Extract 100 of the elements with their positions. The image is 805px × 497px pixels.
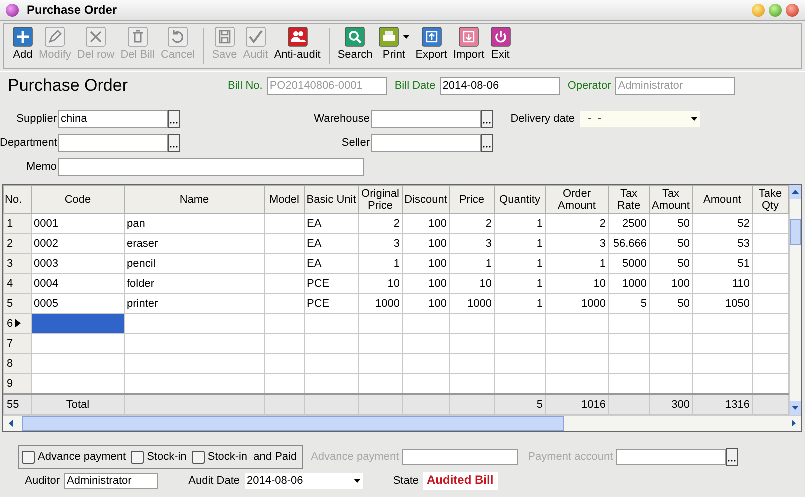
table-cell bbox=[692, 334, 752, 354]
field-label: State bbox=[392, 475, 420, 487]
input-field[interactable]: Administrator bbox=[64, 473, 158, 489]
column-header[interactable]: Take Qty bbox=[752, 186, 788, 214]
table-cell bbox=[264, 274, 304, 294]
input-field[interactable] bbox=[402, 449, 518, 465]
table-cell: 100 bbox=[402, 234, 450, 254]
row-header[interactable]: 6 bbox=[4, 314, 32, 334]
down-arrow-icon bbox=[792, 406, 799, 410]
table-cell: Total bbox=[32, 394, 124, 414]
table-cell: 2 bbox=[546, 214, 608, 234]
row-header[interactable]: 4 bbox=[4, 274, 32, 294]
table-cell: 1000 bbox=[608, 274, 650, 294]
input-field[interactable]: china bbox=[58, 110, 168, 128]
checkbox[interactable] bbox=[22, 450, 35, 464]
table-cell: PCE bbox=[304, 294, 358, 314]
table-cell: pan bbox=[124, 214, 264, 234]
table-cell bbox=[752, 394, 788, 414]
checkbox[interactable] bbox=[131, 450, 144, 464]
checkbox[interactable] bbox=[192, 450, 205, 464]
column-header[interactable]: Tax Amount bbox=[650, 186, 692, 214]
table-cell bbox=[264, 234, 304, 254]
input-field[interactable] bbox=[371, 134, 481, 152]
table-cell: 110 bbox=[692, 274, 752, 294]
input-field[interactable] bbox=[58, 134, 168, 152]
column-header[interactable]: Model bbox=[264, 186, 304, 214]
row-pointer-icon bbox=[15, 319, 22, 328]
maximize-button[interactable] bbox=[769, 4, 782, 16]
row-header[interactable]: 1 bbox=[4, 214, 32, 234]
input-field[interactable]: 2014-08-06 bbox=[440, 77, 560, 95]
row-header[interactable]: 2 bbox=[4, 234, 32, 254]
row-header[interactable]: 3 bbox=[4, 254, 32, 274]
scroll-thumb[interactable] bbox=[790, 219, 801, 245]
vertical-scrollbar[interactable] bbox=[789, 185, 801, 415]
browse-button[interactable] bbox=[726, 448, 738, 466]
row-header[interactable]: 9 bbox=[4, 374, 32, 394]
table-cell bbox=[264, 314, 304, 334]
input-field[interactable] bbox=[616, 449, 726, 465]
row-header[interactable]: 5 bbox=[4, 294, 32, 314]
column-header[interactable]: Code bbox=[32, 186, 124, 214]
field-label: Department bbox=[0, 137, 58, 149]
table-cell bbox=[402, 394, 450, 414]
browse-button[interactable] bbox=[481, 110, 493, 128]
field-label: Supplier bbox=[16, 113, 58, 125]
row-header[interactable]: 8 bbox=[4, 354, 32, 374]
column-header[interactable]: Basic Unit bbox=[304, 186, 358, 214]
column-header[interactable]: Original Price bbox=[358, 186, 402, 214]
table-cell: 10 bbox=[358, 274, 402, 294]
column-header[interactable]: Name bbox=[124, 186, 264, 214]
date-dropdown[interactable]: 2014-08-06 bbox=[245, 473, 363, 489]
browse-button[interactable] bbox=[168, 110, 180, 128]
checkbox-label: Stock-in bbox=[147, 451, 187, 463]
column-header[interactable]: No. bbox=[4, 186, 32, 214]
column-header[interactable]: Discount bbox=[402, 186, 450, 214]
column-header[interactable]: Price bbox=[450, 186, 494, 214]
date-dropdown[interactable]: - - bbox=[580, 111, 700, 127]
table-cell: 1 bbox=[494, 214, 546, 234]
column-header[interactable]: Tax Rate bbox=[608, 186, 650, 214]
people-icon bbox=[288, 27, 308, 47]
table-cell: 1 bbox=[546, 254, 608, 274]
browse-button[interactable] bbox=[481, 134, 493, 152]
toolbar-button[interactable]: Anti-audit bbox=[271, 24, 324, 68]
field-label: Audit Date bbox=[188, 475, 241, 487]
column-header[interactable]: Amount bbox=[692, 186, 752, 214]
table-cell bbox=[264, 214, 304, 234]
right-arrow-icon bbox=[792, 420, 796, 427]
toolbar-button[interactable]: Exit bbox=[488, 24, 514, 68]
input-field[interactable] bbox=[58, 158, 364, 176]
toolbar-button[interactable]: Import bbox=[450, 24, 488, 68]
app-icon bbox=[6, 4, 19, 16]
table-cell bbox=[304, 394, 358, 414]
table-cell bbox=[358, 354, 402, 374]
field-label: Bill Date bbox=[394, 80, 436, 92]
power-icon bbox=[490, 27, 511, 47]
table-cell: 2500 bbox=[608, 214, 650, 234]
toolbar-button[interactable]: Search bbox=[334, 24, 376, 68]
table-cell: 1 bbox=[494, 274, 546, 294]
table-cell: 3 bbox=[546, 234, 608, 254]
table-cell: 10 bbox=[450, 274, 494, 294]
column-header[interactable]: Order Amount bbox=[546, 186, 608, 214]
browse-button[interactable] bbox=[168, 134, 180, 152]
scroll-thumb[interactable] bbox=[22, 416, 564, 431]
row-header[interactable]: 7 bbox=[4, 334, 32, 354]
table-cell: 51 bbox=[692, 254, 752, 274]
toolbar-button[interactable]: Add bbox=[10, 24, 36, 68]
table-cell: 100 bbox=[402, 214, 450, 234]
table-cell bbox=[304, 334, 358, 354]
close-button[interactable] bbox=[786, 4, 799, 16]
table-cell bbox=[546, 354, 608, 374]
toolbar-button[interactable]: Export bbox=[412, 24, 450, 68]
table-cell bbox=[450, 314, 494, 334]
horizontal-scrollbar[interactable] bbox=[3, 415, 801, 431]
input-field[interactable] bbox=[371, 110, 481, 128]
table-cell: 2 bbox=[358, 214, 402, 234]
table-cell: 1000 bbox=[546, 294, 608, 314]
table-cell: 5 bbox=[494, 394, 546, 414]
toolbar-button[interactable]: Print bbox=[376, 24, 413, 68]
column-header[interactable]: Quantity bbox=[494, 186, 546, 214]
minimize-button[interactable] bbox=[752, 4, 765, 16]
undo-icon bbox=[168, 27, 188, 47]
